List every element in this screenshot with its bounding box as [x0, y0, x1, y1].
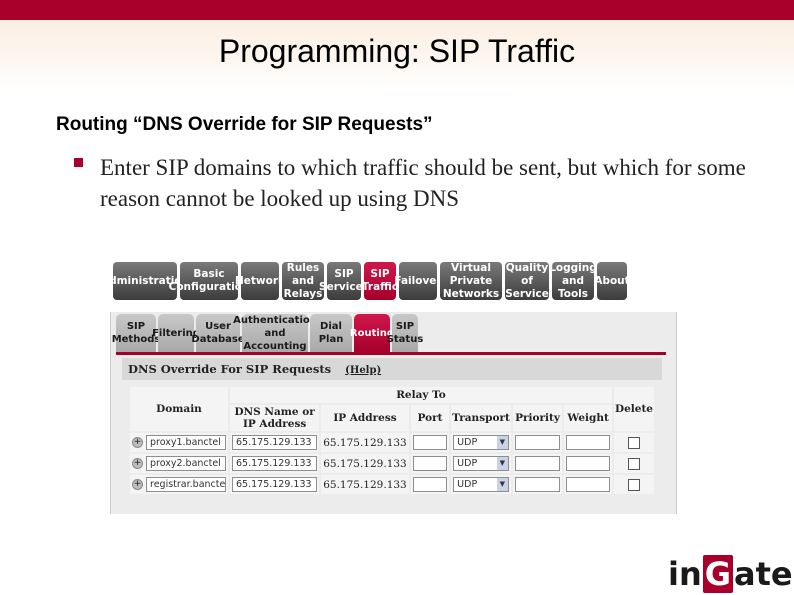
delete-checkbox[interactable]	[627, 457, 640, 470]
nav-virtual-private-networks[interactable]: Virtual Private Networks	[440, 262, 502, 300]
nav-rules-and-relays[interactable]: Rules and Relays	[282, 262, 324, 300]
table-row: + proxy2.banctel 65.175.129.133 65.175.12…	[130, 454, 654, 473]
slide-title: Programming: SIP Traffic	[218, 33, 576, 69]
table-row: + proxy1.banctel 65.175.129.133 65.175.12…	[130, 433, 654, 452]
domain-input[interactable]: proxy2.banctel	[146, 456, 226, 471]
domain-input[interactable]: proxy1.banctel	[146, 435, 226, 450]
col-transport: Transport	[451, 405, 511, 431]
transport-select[interactable]: UDP ▼	[453, 435, 509, 450]
transport-value: UDP	[457, 479, 478, 490]
transport-value: UDP	[457, 458, 478, 469]
logo-text-pre: in	[668, 555, 702, 593]
main-nav: Administration Basic Configuration Netwo…	[101, 262, 630, 300]
col-weight: Weight	[564, 405, 612, 431]
ip-address-value: 65.175.129.133	[321, 454, 409, 473]
domain-input[interactable]: registrar.banctel	[146, 477, 226, 492]
weight-input[interactable]	[566, 435, 610, 450]
logo-text-box: G	[702, 555, 734, 593]
relay-to-header: Relay To	[230, 387, 612, 403]
nav-sip-services[interactable]: SIP Services	[319, 262, 369, 300]
ip-address-value: 65.175.129.133	[321, 433, 409, 452]
logo-text-post: ate	[734, 555, 793, 593]
bullet-marker-icon	[74, 158, 83, 167]
tab-authentication-and-accounting[interactable]: Authentication and Accounting	[233, 314, 317, 352]
col-priority: Priority	[512, 405, 563, 431]
slide-subtitle: Routing “DNS Override for SIP Requests”	[56, 114, 433, 135]
dns-name-input[interactable]: 65.175.129.133	[232, 435, 318, 450]
ingate-logo: in Gate	[668, 555, 793, 593]
nav-basic-configuration[interactable]: Basic Configuration	[169, 262, 249, 300]
priority-input[interactable]	[514, 435, 561, 450]
table-row: + registrar.banctel 65.175.129.133 65.175…	[130, 475, 654, 494]
nav-sip-traffic[interactable]: SIP Traffic	[362, 262, 398, 300]
ip-address-value: 65.175.129.133	[321, 475, 409, 494]
nav-logging-and-tools[interactable]: Logging and Tools	[549, 262, 597, 300]
col-port: Port	[410, 405, 450, 431]
bullet-text: Enter SIP domains to which traffic shoul…	[100, 155, 746, 211]
col-domain: Domain	[130, 387, 228, 431]
priority-input[interactable]	[514, 456, 561, 471]
weight-input[interactable]	[566, 456, 610, 471]
col-ip-address: IP Address	[321, 405, 409, 431]
tab-routing[interactable]: Routing	[350, 314, 394, 352]
tab-dial-plan[interactable]: Dial Plan	[310, 314, 352, 352]
nav-about[interactable]: About	[594, 262, 630, 300]
dns-name-input[interactable]: 65.175.129.133	[232, 456, 318, 471]
chevron-down-icon: ▼	[496, 457, 508, 470]
tab-sip-status[interactable]: SIP Status	[387, 314, 423, 352]
nav-network[interactable]: Network	[235, 262, 285, 300]
nav-quality-of-service[interactable]: Quality of Service	[505, 262, 549, 300]
col-dns-name: DNS Name or IP Address	[230, 405, 320, 431]
port-input[interactable]	[412, 477, 448, 492]
tab-sip-methods[interactable]: SIP Methods	[112, 314, 160, 352]
help-link[interactable]: (Help)	[345, 365, 381, 376]
transport-select[interactable]: UDP ▼	[453, 477, 509, 492]
delete-checkbox[interactable]	[627, 478, 640, 491]
port-input[interactable]	[412, 435, 448, 450]
expand-icon[interactable]: +	[132, 479, 143, 490]
top-banner	[0, 0, 794, 20]
sub-nav: SIP Methods Filtering User Database Auth…	[112, 314, 423, 352]
port-input[interactable]	[412, 456, 448, 471]
section-title: DNS Override For SIP Requests	[128, 362, 332, 376]
chevron-down-icon: ▼	[496, 478, 508, 491]
transport-value: UDP	[457, 437, 478, 448]
transport-select[interactable]: UDP ▼	[453, 456, 509, 471]
priority-input[interactable]	[514, 477, 561, 492]
delete-checkbox[interactable]	[627, 436, 640, 449]
col-delete: Delete	[613, 387, 654, 431]
tab-underline	[116, 352, 666, 355]
expand-icon[interactable]: +	[132, 458, 143, 469]
chevron-down-icon: ▼	[496, 436, 508, 449]
nav-administration[interactable]: Administration	[101, 262, 189, 300]
section-header: DNS Override For SIP Requests (Help)	[122, 358, 662, 380]
dns-name-input[interactable]: 65.175.129.133	[232, 477, 318, 492]
dns-override-table: Domain Relay To Delete DNS Name or IP Ad…	[128, 385, 656, 496]
weight-input[interactable]	[566, 477, 610, 492]
nav-failover[interactable]: Failover	[394, 262, 442, 300]
expand-icon[interactable]: +	[132, 437, 143, 448]
tab-filtering[interactable]: Filtering	[152, 314, 200, 352]
